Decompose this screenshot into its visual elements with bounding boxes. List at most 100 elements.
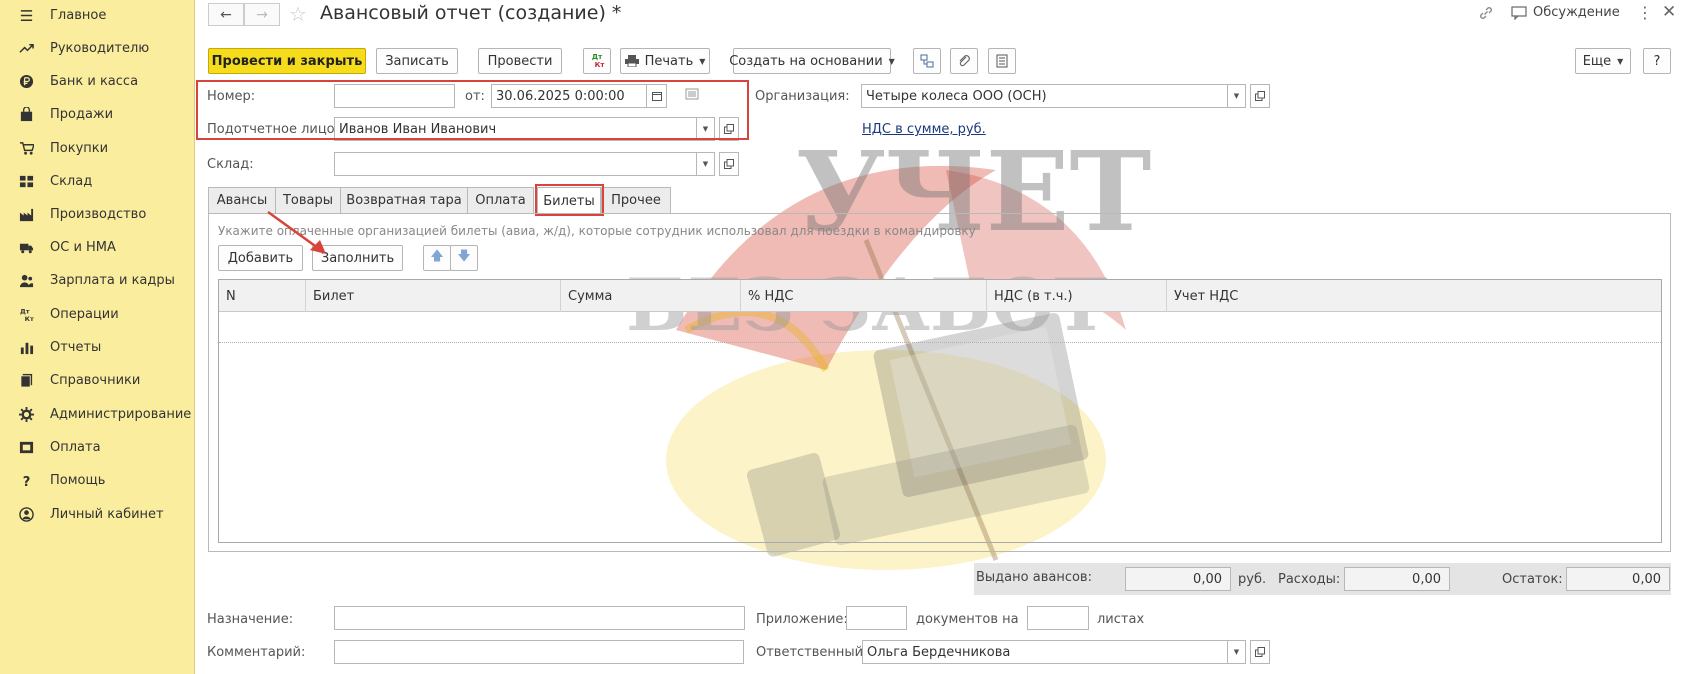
- organization-label: Организация:: [755, 89, 850, 104]
- organization-open-button[interactable]: [1250, 84, 1270, 108]
- sidebar-item-14[interactable]: ? Помощь: [0, 465, 195, 495]
- warehouse-open-button[interactable]: [719, 152, 739, 176]
- sidebar-item-label: Справочники: [50, 372, 141, 388]
- truck-icon: [18, 239, 34, 255]
- back-button[interactable]: ←: [208, 3, 244, 26]
- responsible-dropdown[interactable]: ▼: [1228, 640, 1246, 664]
- chevron-down-icon: ▼: [702, 125, 709, 133]
- open-window-icon: [724, 124, 734, 134]
- sidebar-item-8[interactable]: Зарплата и кадры: [0, 265, 195, 295]
- number-field[interactable]: [334, 84, 455, 108]
- sidebar: Главное Руководителю Банк и касса Продажи По…: [0, 0, 195, 674]
- open-window-icon: [1255, 647, 1265, 657]
- print-label: Печать: [644, 53, 694, 69]
- tab-other[interactable]: Прочее: [601, 187, 671, 214]
- sidebar-item-4[interactable]: Покупки: [0, 133, 195, 163]
- chevron-down-icon: ▼: [1233, 92, 1240, 100]
- sidebar-item-label: Личный кабинет: [50, 506, 164, 522]
- responsible-field[interactable]: Ольга Бердечникова: [862, 640, 1228, 664]
- sidebar-item-0[interactable]: Главное: [0, 0, 195, 30]
- vat-in-amount-link[interactable]: НДС в сумме, руб.: [862, 122, 986, 137]
- tab-payment[interactable]: Оплата: [467, 187, 534, 214]
- sidebar-item-15[interactable]: Личный кабинет: [0, 499, 195, 529]
- calendar-icon: [651, 92, 662, 101]
- post-button[interactable]: Провести: [478, 48, 562, 74]
- sidebar-item-1[interactable]: Руководителю: [0, 33, 195, 63]
- save-button[interactable]: Записать: [376, 48, 458, 74]
- warehouse-field[interactable]: [334, 152, 697, 176]
- accountable-person-field[interactable]: Иванов Иван Иванович: [334, 117, 697, 141]
- organization-dropdown[interactable]: ▼: [1228, 84, 1246, 108]
- discussion-icon[interactable]: [1511, 6, 1527, 21]
- question-icon: ?: [18, 472, 34, 488]
- warehouse-dropdown[interactable]: ▼: [697, 152, 715, 176]
- people-icon: [18, 272, 34, 288]
- warehouse-icon: [18, 173, 34, 189]
- sidebar-item-9[interactable]: Дт Кт Операции: [0, 299, 195, 329]
- user-circle-icon: [18, 506, 34, 522]
- col-vat-rate[interactable]: % НДС: [741, 280, 987, 312]
- attachment-field[interactable]: [846, 606, 907, 630]
- more-button[interactable]: Еще ▼: [1575, 48, 1631, 74]
- sidebar-item-10[interactable]: Отчеты: [0, 332, 195, 362]
- col-vat-accounting[interactable]: Учет НДС: [1167, 280, 1663, 312]
- print-button[interactable]: Печать ▼: [620, 48, 710, 74]
- comment-field[interactable]: [334, 640, 744, 664]
- dt-kt-button[interactable]: Дт Кт: [583, 48, 611, 74]
- responsible-open-button[interactable]: [1250, 640, 1270, 664]
- date-label: от:: [465, 89, 485, 104]
- organization-field[interactable]: Четыре колеса ООО (ОСН): [861, 84, 1228, 108]
- open-window-icon: [1255, 91, 1265, 101]
- col-ticket[interactable]: Билет: [306, 280, 561, 312]
- discussion-link[interactable]: Обсуждение: [1533, 5, 1620, 20]
- tab-tickets[interactable]: Билеты: [537, 187, 601, 215]
- svg-text:Кт: Кт: [24, 315, 33, 322]
- main-area: УЧЕТ БЕЗ ЗАБОТ ← → ☆ Авансовый отчет (со…: [196, 0, 1695, 674]
- link-icon[interactable]: [1478, 5, 1496, 23]
- tab-returnable-containers[interactable]: Возвратная тара: [340, 187, 468, 214]
- purpose-label: Назначение:: [207, 612, 294, 627]
- post-and-close-button[interactable]: Провести и закрыть: [208, 48, 366, 74]
- open-window-icon: [724, 159, 734, 169]
- list-button[interactable]: [988, 48, 1016, 74]
- accountable-person-label: Подотчетное лицо:: [207, 122, 340, 137]
- move-down-button[interactable]: 🡇: [450, 245, 478, 271]
- sidebar-item-11[interactable]: Справочники: [0, 365, 195, 395]
- sidebar-item-3[interactable]: Продажи: [0, 99, 195, 129]
- accountable-person-open-button[interactable]: [719, 117, 739, 141]
- attachment-label: Приложение:: [756, 612, 848, 627]
- sidebar-item-7[interactable]: ОС и НМА: [0, 232, 195, 262]
- structure-button[interactable]: [913, 48, 941, 74]
- sidebar-item-6[interactable]: Производство: [0, 199, 195, 229]
- col-n[interactable]: N: [219, 280, 306, 312]
- accountable-person-dropdown[interactable]: ▼: [697, 117, 715, 141]
- sidebar-item-12[interactable]: Администрирование: [0, 399, 195, 429]
- sidebar-item-label: Отчеты: [50, 339, 102, 355]
- number-history-icon[interactable]: [685, 88, 699, 102]
- sidebar-item-label: ОС и НМА: [50, 239, 116, 255]
- sidebar-item-2[interactable]: Банк и касса: [0, 66, 195, 96]
- forward-button[interactable]: →: [244, 3, 280, 26]
- sidebar-item-label: Оплата: [50, 439, 101, 455]
- table-header: N Билет Сумма % НДС НДС (в т.ч.) Учет НД…: [219, 280, 1661, 312]
- chevron-down-icon: ▼: [1233, 648, 1240, 656]
- favorite-star-icon[interactable]: ☆: [289, 2, 307, 26]
- table-row[interactable]: [219, 312, 1661, 343]
- printer-icon: [624, 55, 639, 67]
- calendar-button[interactable]: [646, 84, 667, 108]
- create-based-on-button[interactable]: Создать на основании ▼: [729, 48, 895, 74]
- more-vert-icon[interactable]: ⋮: [1637, 3, 1653, 22]
- date-field[interactable]: 30.06.2025 0:00:00: [491, 84, 647, 108]
- cart-icon: [18, 140, 34, 156]
- attach-button[interactable]: [950, 48, 978, 74]
- col-sum[interactable]: Сумма: [561, 280, 741, 312]
- sheets-field[interactable]: [1027, 606, 1089, 630]
- sidebar-item-5[interactable]: Склад: [0, 166, 195, 196]
- help-button[interactable]: ?: [1643, 48, 1671, 74]
- purpose-field[interactable]: [334, 606, 745, 630]
- move-up-button[interactable]: 🡅: [423, 245, 451, 271]
- trend-icon: [18, 40, 34, 56]
- sidebar-item-13[interactable]: Оплата: [0, 432, 195, 462]
- col-vat-incl[interactable]: НДС (в т.ч.): [987, 280, 1167, 312]
- close-icon[interactable]: ✕: [1662, 2, 1676, 22]
